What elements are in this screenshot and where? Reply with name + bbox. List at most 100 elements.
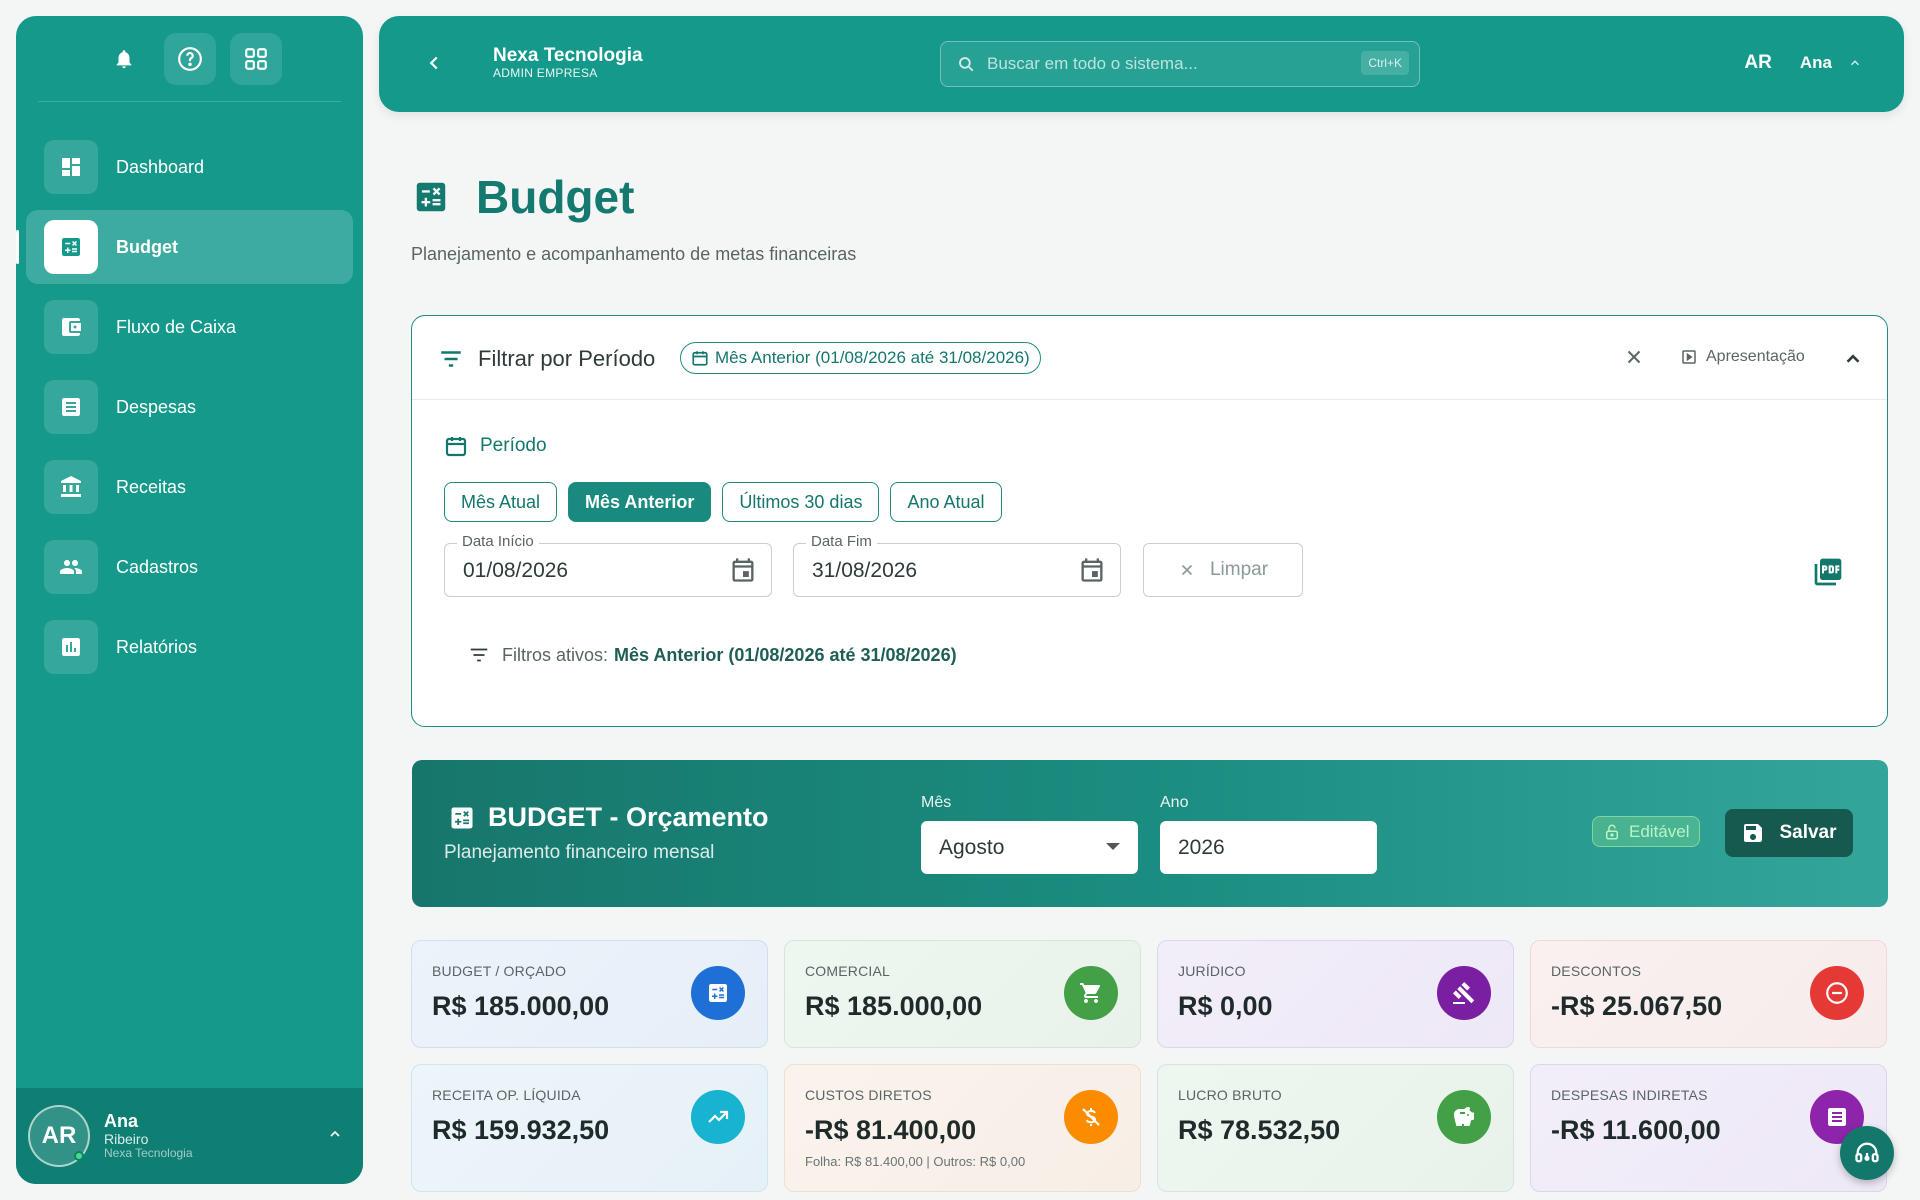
help-icon xyxy=(177,46,202,71)
sidebar-item-despesas[interactable]: Despesas xyxy=(26,370,353,444)
user-company: Nexa Tecnologia xyxy=(104,1146,193,1161)
month-value: Agosto xyxy=(939,835,1005,859)
company-name: Nexa Tecnologia xyxy=(493,45,643,66)
calculator-icon xyxy=(44,220,98,274)
bell-icon xyxy=(116,49,131,68)
chevron-up-icon[interactable] xyxy=(1842,348,1864,370)
filter-title-text: Filtrar por Período xyxy=(478,346,656,371)
sidebar-item-dashboard[interactable]: Dashboard xyxy=(26,130,353,204)
search-shortcut: Ctrl+K xyxy=(1361,51,1409,75)
card-budget-orcado: BUDGET / ORÇADO R$ 185.000,00 xyxy=(411,940,768,1048)
card-descontos: DESCONTOS -R$ 25.067,50 xyxy=(1530,940,1887,1048)
active-filters-summary: Filtros ativos: Mês Anterior (01/08/2026… xyxy=(468,644,957,666)
start-date-field[interactable]: Data Início 01/08/2026 xyxy=(444,533,772,597)
user-role: ADMIN EMPRESA xyxy=(493,65,598,80)
page-title: Budget xyxy=(476,171,635,223)
calendar-icon[interactable] xyxy=(729,556,757,584)
help-button[interactable] xyxy=(163,32,216,85)
dropdown-arrow-icon xyxy=(1106,843,1120,850)
filter-header: Filtrar por Período Mês Anterior (01/08/… xyxy=(412,316,1887,400)
sidebar-item-label: Dashboard xyxy=(116,156,205,177)
filter-title: Filtrar por Período xyxy=(438,346,655,372)
sidebar-item-relatorios[interactable]: Relatórios xyxy=(26,610,353,684)
chevron-left-icon[interactable] xyxy=(423,52,445,74)
sidebar-nav: Dashboard Budget Fluxo de Caixa Despesas… xyxy=(16,102,363,684)
year-label: Ano xyxy=(1160,794,1189,811)
start-date-label: Data Início xyxy=(457,533,539,550)
sidebar-item-label: Budget xyxy=(116,236,178,257)
card-despesas-indiretas: DESPESAS INDIRETAS -R$ 11.600,00 xyxy=(1530,1064,1887,1192)
pdf-export-icon[interactable] xyxy=(1812,556,1844,588)
minus-circle-icon xyxy=(1810,966,1864,1020)
chevron-up-icon[interactable] xyxy=(327,1126,343,1142)
active-filters-value: Mês Anterior (01/08/2026 até 31/08/2026) xyxy=(614,644,957,665)
header-user-name: Ana xyxy=(1799,53,1832,72)
calendar-icon xyxy=(445,437,467,457)
sidebar-user-panel[interactable]: AR Ana Ribeiro Nexa Tecnologia xyxy=(16,1088,363,1184)
end-date-label: Data Fim xyxy=(806,533,877,550)
piggy-bank-icon xyxy=(1437,1090,1491,1144)
cart-icon xyxy=(1064,966,1118,1020)
sidebar-item-label: Cadastros xyxy=(116,556,199,577)
sidebar-item-receitas[interactable]: Receitas xyxy=(26,450,353,524)
card-comercial: COMERCIAL R$ 185.000,00 xyxy=(784,940,1141,1048)
month-label: Mês xyxy=(921,794,952,811)
sidebar-item-cadastros[interactable]: Cadastros xyxy=(26,530,353,604)
preset-mes-anterior[interactable]: Mês Anterior xyxy=(568,482,712,522)
preset-ultimos-30-dias[interactable]: Últimos 30 dias xyxy=(722,482,880,522)
card-juridico: JURÍDICO R$ 0,00 xyxy=(1157,940,1514,1048)
card-footnote: Folha: R$ 81.400,00 | Outros: R$ 0,00 xyxy=(805,1154,1026,1169)
gavel-icon xyxy=(1437,966,1491,1020)
apps-button[interactable] xyxy=(229,32,282,85)
year-input[interactable]: 2026 xyxy=(1160,821,1377,874)
close-icon[interactable] xyxy=(1623,346,1645,368)
top-header: Nexa Tecnologia ADMIN EMPRESA Ctrl+K AR … xyxy=(379,16,1904,112)
save-icon xyxy=(1744,824,1763,842)
user-last-name: Ribeiro xyxy=(104,1131,149,1148)
company-brand: Nexa Tecnologia ADMIN EMPRESA xyxy=(493,45,643,80)
filter-icon xyxy=(441,351,461,367)
card-receita-op-liquida: RECEITA OP. LÍQUIDA R$ 159.932,50 xyxy=(411,1064,768,1192)
calendar-icon[interactable] xyxy=(1078,556,1106,584)
header-user-menu[interactable]: AR Ana xyxy=(1744,52,1862,74)
presentation-button[interactable]: Apresentação xyxy=(1680,348,1805,366)
month-select[interactable]: Agosto xyxy=(921,821,1138,874)
notifications-button[interactable] xyxy=(98,33,150,85)
global-search[interactable]: Ctrl+K xyxy=(940,41,1420,87)
user-info: Ana Ribeiro Nexa Tecnologia xyxy=(104,1111,193,1162)
year-value: 2026 xyxy=(1178,835,1225,859)
receipt-icon xyxy=(44,380,98,434)
search-input[interactable] xyxy=(987,54,1327,74)
budget-title-text: BUDGET - Orçamento xyxy=(488,802,769,832)
save-button[interactable]: Salvar xyxy=(1725,809,1853,857)
calculator-icon xyxy=(416,182,446,212)
search-icon xyxy=(959,57,974,72)
support-fab[interactable] xyxy=(1840,1126,1894,1180)
sidebar-item-label: Despesas xyxy=(116,396,197,417)
period-filter-panel: Filtrar por Período Mês Anterior (01/08/… xyxy=(411,315,1888,727)
header-user-initials: AR xyxy=(1744,52,1772,73)
sidebar-item-label: Relatórios xyxy=(116,636,198,657)
apps-grid-icon xyxy=(244,47,267,70)
sidebar-item-budget[interactable]: Budget xyxy=(16,210,353,284)
end-date-field[interactable]: Data Fim 31/08/2026 xyxy=(793,533,1121,597)
trending-up-icon xyxy=(691,1090,745,1144)
clear-filter-button[interactable]: Limpar xyxy=(1143,543,1303,597)
sidebar-item-label: Fluxo de Caixa xyxy=(116,316,237,337)
card-lucro-bruto: LUCRO BRUTO R$ 78.532,50 xyxy=(1157,1064,1514,1192)
calculator-icon xyxy=(451,807,473,828)
active-period-chip[interactable]: Mês Anterior (01/08/2026 até 31/08/2026) xyxy=(680,342,1041,374)
budget-title: BUDGET - Orçamento xyxy=(448,802,769,833)
card-custos-diretos: CUSTOS DIRETOS -R$ 81.400,00 Folha: R$ 8… xyxy=(784,1064,1141,1192)
sidebar-item-fluxo-de-caixa[interactable]: Fluxo de Caixa xyxy=(26,290,353,364)
online-status-dot xyxy=(74,1151,84,1161)
preset-ano-atual[interactable]: Ano Atual xyxy=(890,482,1002,522)
money-off-icon xyxy=(1064,1090,1118,1144)
period-section-label: Período xyxy=(444,434,547,458)
user-first-name: Ana xyxy=(104,1110,139,1131)
end-date-value: 31/08/2026 xyxy=(812,559,918,582)
preset-mes-atual[interactable]: Mês Atual xyxy=(444,482,558,522)
start-date-value: 01/08/2026 xyxy=(463,559,569,582)
budget-banner: BUDGET - Orçamento Planejamento financei… xyxy=(412,760,1888,907)
wallet-icon xyxy=(44,300,98,354)
